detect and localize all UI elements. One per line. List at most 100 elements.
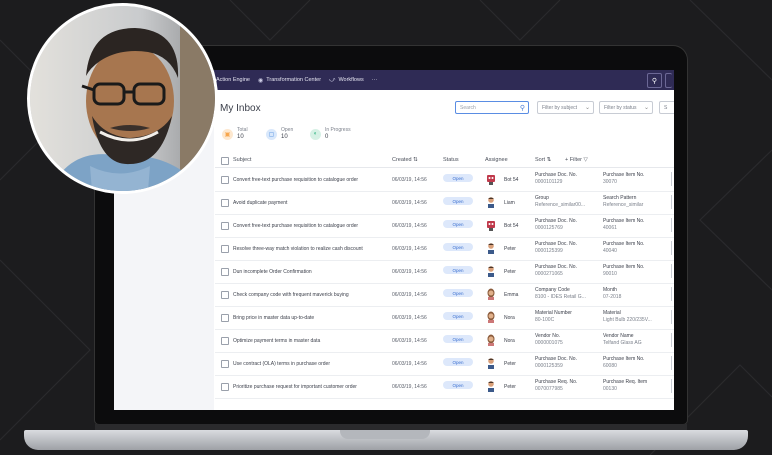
row-subject[interactable]: Prioritize purchase request for importan… xyxy=(233,384,357,390)
filter-status-dropdown[interactable]: Filter by status ⌄ xyxy=(599,101,653,114)
table-row[interactable]: Convert free-text purchase requisition t… xyxy=(215,214,674,238)
row-edge xyxy=(671,241,674,255)
avatar xyxy=(486,288,496,300)
row-checkbox[interactable] xyxy=(221,268,229,276)
row-edge xyxy=(671,379,674,393)
row-subject[interactable]: Use contract (OLA) terms in purchase ord… xyxy=(233,361,330,367)
nav-button-partial[interactable] xyxy=(665,73,672,88)
search-input[interactable]: Search ⚲ xyxy=(455,101,529,114)
row-field-2: Month 07-2018 xyxy=(603,287,622,300)
search-button[interactable]: ⚲ xyxy=(647,73,662,88)
table-row[interactable]: Convert free-text purchase requisition t… xyxy=(215,168,674,192)
row-created: 06/03/19, 14:56 xyxy=(392,223,427,229)
avatar xyxy=(486,219,496,231)
search-icon: ⚲ xyxy=(651,77,658,85)
row-edge xyxy=(671,287,674,301)
filter-subject-dropdown[interactable]: Filter by subject ⌄ xyxy=(537,101,594,114)
row-assignee: Peter xyxy=(504,269,516,275)
status-badge: Open xyxy=(443,266,473,274)
row-edge xyxy=(671,264,674,278)
progress-icon: ◐ xyxy=(310,128,321,140)
table-row[interactable]: Check company code with frequent maveric… xyxy=(215,283,674,307)
row-checkbox[interactable] xyxy=(221,176,229,184)
table-row[interactable]: Resolve three-way match violation to rea… xyxy=(215,237,674,261)
row-created: 06/03/19, 14:56 xyxy=(392,269,427,275)
stat-open[interactable]: ▢ Open 10 xyxy=(266,127,293,141)
row-field-1: Purchase Doc. No. 0000125769 xyxy=(535,218,577,231)
row-field-2: Search Pattern Reference_similar xyxy=(603,195,644,208)
row-assignee: Liam xyxy=(504,200,515,206)
row-subject[interactable]: Optimize payment terms in master data xyxy=(233,338,320,344)
table-row[interactable]: Dun incomplete Order Confirmation 06/03/1… xyxy=(215,260,674,284)
filter-third-dropdown[interactable]: S xyxy=(659,101,674,114)
row-edge xyxy=(671,218,674,232)
row-assignee: Peter xyxy=(504,384,516,390)
row-field-1: Purchase Doc. No. 0000101129 xyxy=(535,172,577,185)
row-checkbox[interactable] xyxy=(221,222,229,230)
table-header: Subject Created ⇅ Status Assignee Sort ⇅… xyxy=(215,153,674,168)
status-badge: Open xyxy=(443,312,473,320)
row-field-1: Purchase Doc. No. 0000125359 xyxy=(535,356,577,369)
table-row[interactable]: Use contract (OLA) terms in purchase ord… xyxy=(215,352,674,376)
row-assignee: Peter xyxy=(504,246,516,252)
row-checkbox[interactable] xyxy=(221,245,229,253)
stat-total[interactable]: ▣ Total 10 xyxy=(222,127,248,141)
select-all-checkbox[interactable] xyxy=(221,157,229,165)
column-status[interactable]: Status xyxy=(443,157,459,163)
row-checkbox[interactable] xyxy=(221,291,229,299)
column-subject[interactable]: Subject xyxy=(233,157,251,163)
row-created: 06/03/19, 14:56 xyxy=(392,315,427,321)
row-subject[interactable]: Check company code with frequent maveric… xyxy=(233,292,349,298)
row-subject[interactable]: Convert free-text purchase requisition t… xyxy=(233,223,358,229)
avatar xyxy=(486,242,496,254)
row-field-2: Purchase Item No. 40061 xyxy=(603,218,645,231)
status-badge: Open xyxy=(443,197,473,205)
status-badge: Open xyxy=(443,220,473,228)
column-created[interactable]: Created ⇅ xyxy=(392,157,418,163)
avatar xyxy=(486,196,496,208)
avatar xyxy=(486,311,496,323)
row-checkbox[interactable] xyxy=(221,314,229,322)
table-row[interactable]: Avoid duplicate payment 06/03/19, 14:56 Op… xyxy=(215,191,674,215)
row-checkbox[interactable] xyxy=(221,199,229,207)
row-checkbox[interactable] xyxy=(221,383,229,391)
row-created: 06/03/19, 14:56 xyxy=(392,177,427,183)
status-badge: Open xyxy=(443,174,473,182)
table-row[interactable]: Optimize payment terms in master data 06/… xyxy=(215,329,674,353)
row-edge xyxy=(671,172,674,186)
sort-button[interactable]: Sort ⇅ xyxy=(535,157,551,163)
avatar xyxy=(486,380,496,392)
status-badge: Open xyxy=(443,381,473,389)
table-row[interactable]: Prioritize purchase request for importan… xyxy=(215,375,674,399)
table-row[interactable]: Bring price in master data up-to-date 06/… xyxy=(215,306,674,330)
row-field-2: Vendor Name Telfand Glass AG xyxy=(603,333,642,346)
row-subject[interactable]: Resolve three-way match violation to rea… xyxy=(233,246,363,252)
laptop-notch xyxy=(340,430,430,439)
open-icon: ▢ xyxy=(266,128,277,140)
row-field-1: Vendor No. 0000001075 xyxy=(535,333,563,346)
row-field-1: Company Code 8100 - IDES Retail G... xyxy=(535,287,586,300)
chevron-down-icon: ⌄ xyxy=(584,105,590,111)
row-subject[interactable]: Avoid duplicate payment xyxy=(233,200,287,206)
row-subject[interactable]: Bring price in master data up-to-date xyxy=(233,315,314,321)
add-filter-button[interactable]: + Filter ▽ xyxy=(565,157,588,163)
row-checkbox[interactable] xyxy=(221,360,229,368)
row-checkbox[interactable] xyxy=(221,337,229,345)
nav-item-action-engine[interactable]: Action Engine xyxy=(216,77,250,83)
nav-item-transformation-center[interactable]: ◉ Transformation Center xyxy=(258,77,321,84)
sort-icon: ⇅ xyxy=(413,157,418,163)
nav-more[interactable]: ··· xyxy=(372,77,378,83)
search-icon: ⚲ xyxy=(519,105,525,112)
column-assignee[interactable]: Assignee xyxy=(485,157,508,163)
row-assignee: Peter xyxy=(504,361,516,367)
avatar xyxy=(486,265,496,277)
page-title: My Inbox xyxy=(220,103,261,114)
nav-item-workflows[interactable]: ⤻ Workflows xyxy=(329,77,364,84)
row-subject[interactable]: Convert free-text purchase requisition t… xyxy=(233,177,358,183)
globe-icon: ◉ xyxy=(257,77,264,84)
row-subject[interactable]: Dun incomplete Order Confirmation xyxy=(233,269,312,275)
stat-in-progress[interactable]: ◐ In Progress 0 xyxy=(310,127,351,141)
row-assignee: Emma xyxy=(504,292,519,298)
row-field-1: Purchase Req. No. 0070077985 xyxy=(535,379,578,392)
row-field-1: Purchase Doc. No. 0000125399 xyxy=(535,241,577,254)
